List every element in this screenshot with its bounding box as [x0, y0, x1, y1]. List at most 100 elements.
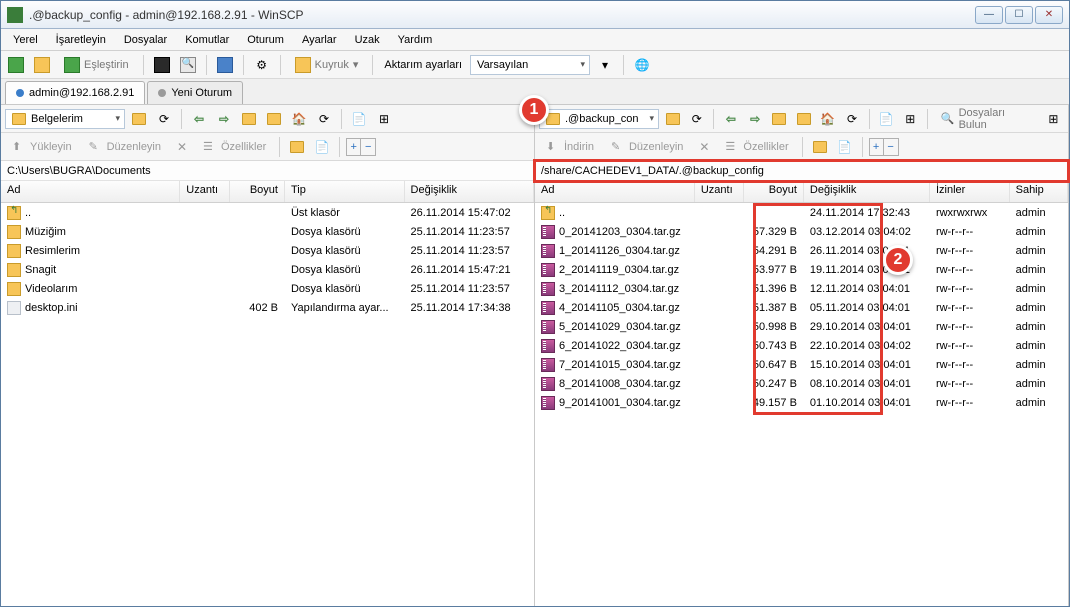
remote-extra-icon[interactable]: ⊞ [1043, 108, 1064, 130]
local-hdr-name[interactable]: Ad [1, 181, 180, 202]
sync-browse-icon[interactable] [5, 54, 27, 76]
upload-button[interactable]: ⬆Yükleyin [5, 136, 79, 158]
local-delete-icon[interactable]: ✕ [171, 136, 193, 158]
remote-path[interactable]: /share/CACHEDEV1_DATA/.@backup_config [535, 161, 1068, 181]
sync-button[interactable]: Eşleştirin [57, 54, 136, 76]
local-tree-icon[interactable]: ⊞ [373, 108, 395, 130]
remote-hdr-own[interactable]: Sahip [1010, 181, 1068, 202]
remote-fwd-icon[interactable]: ⇨ [745, 108, 766, 130]
list-item[interactable]: 7_20141015_0304.tar.gz50.647 B15.10.2014… [535, 355, 1068, 374]
list-item[interactable]: 9_20141001_0304.tar.gz49.157 B01.10.2014… [535, 393, 1068, 412]
maximize-button[interactable]: ☐ [1005, 6, 1033, 24]
select-plus-icon[interactable]: + [870, 139, 884, 155]
local-hdr-ext[interactable]: Uzantı [180, 181, 230, 202]
select-plus-icon[interactable]: + [347, 139, 361, 155]
new-session-tab[interactable]: Yeni Oturum [147, 81, 243, 104]
remote-hdr-size[interactable]: Boyut [744, 181, 804, 202]
session-tab-active[interactable]: admin@192.168.2.91 [5, 81, 145, 104]
local-props-button[interactable]: ☰Özellikler [196, 136, 273, 158]
local-newfolder-icon[interactable] [286, 136, 308, 158]
list-item[interactable]: 5_20141029_0304.tar.gz50.998 B29.10.2014… [535, 317, 1068, 336]
local-drive-combo[interactable]: Belgelerim [5, 109, 125, 129]
list-item[interactable]: desktop.ini402 BYapılandırma ayar...25.1… [1, 298, 534, 317]
remote-home-icon[interactable]: 🏠 [817, 108, 838, 130]
menu-mark[interactable]: İşaretleyin [48, 32, 114, 48]
minimize-button[interactable]: — [975, 6, 1003, 24]
local-reload-icon[interactable]: ⟳ [313, 108, 335, 130]
remote-root-icon[interactable] [793, 108, 814, 130]
local-root-icon[interactable] [263, 108, 285, 130]
reconnect-icon[interactable] [214, 54, 236, 76]
local-file-list[interactable]: ..Üst klasör26.11.2014 15:47:02MüziğimDo… [1, 203, 534, 606]
menu-help[interactable]: Yardım [390, 32, 441, 48]
list-item[interactable]: 4_20141105_0304.tar.gz51.387 B05.11.2014… [535, 298, 1068, 317]
close-button[interactable]: ✕ [1035, 6, 1063, 24]
console-icon[interactable] [151, 54, 173, 76]
local-home-icon[interactable]: 🏠 [288, 108, 310, 130]
find-icon[interactable] [177, 54, 199, 76]
remote-drive-combo[interactable]: .@backup_con [539, 109, 659, 129]
local-select-buttons[interactable]: +− [346, 138, 376, 156]
local-up-icon[interactable] [238, 108, 260, 130]
remote-delete-icon[interactable]: ✕ [693, 136, 715, 158]
remote-refresh-icon[interactable]: ⟳ [686, 108, 707, 130]
transfer-menu-icon[interactable]: ▾ [594, 54, 616, 76]
remote-back-icon[interactable]: ⇦ [720, 108, 741, 130]
globe-icon[interactable]: 🌐 [631, 54, 653, 76]
list-item[interactable]: 6_20141022_0304.tar.gz50.743 B22.10.2014… [535, 336, 1068, 355]
local-bookmark-icon[interactable]: 📄 [348, 108, 370, 130]
download-button[interactable]: ⬇İndirin [539, 136, 601, 158]
titlebar: .@backup_config - admin@192.168.2.91 - W… [1, 1, 1069, 29]
local-fwd-icon[interactable]: ⇨ [213, 108, 235, 130]
menu-local[interactable]: Yerel [5, 32, 46, 48]
remote-reload-icon[interactable]: ⟳ [841, 108, 862, 130]
list-item[interactable]: 0_20141203_0304.tar.gz57.329 B03.12.2014… [535, 222, 1068, 241]
local-open-folder-icon[interactable] [128, 108, 150, 130]
select-minus-icon[interactable]: − [361, 139, 375, 155]
remote-newfolder-icon[interactable] [809, 136, 831, 158]
menu-remote[interactable]: Uzak [347, 32, 388, 48]
remote-up-icon[interactable] [769, 108, 790, 130]
transfer-preset-dropdown[interactable]: Varsayılan [470, 55, 590, 75]
local-edit-button[interactable]: ✎Düzenleyin [82, 136, 168, 158]
list-item[interactable]: ResimlerimDosya klasörü25.11.2014 11:23:… [1, 241, 534, 260]
queue-button[interactable]: Kuyruk ▾ [288, 54, 366, 76]
settings-icon[interactable]: ⚙ [251, 54, 273, 76]
menu-files[interactable]: Dosyalar [116, 32, 175, 48]
local-hdr-date[interactable]: Değişiklik [405, 181, 535, 202]
list-item[interactable]: 2_20141119_0304.tar.gz53.977 B19.11.2014… [535, 260, 1068, 279]
list-item[interactable]: ..Üst klasör26.11.2014 15:47:02 [1, 203, 534, 222]
remote-hdr-date[interactable]: Değişiklik [804, 181, 930, 202]
remote-hdr-name[interactable]: Ad [535, 181, 695, 202]
list-item[interactable]: VideolarımDosya klasörü25.11.2014 11:23:… [1, 279, 534, 298]
compare-icon[interactable] [31, 54, 53, 76]
remote-hdr-ext[interactable]: Uzantı [695, 181, 744, 202]
menu-options[interactable]: Ayarlar [294, 32, 345, 48]
list-item[interactable]: SnagitDosya klasörü26.11.2014 15:47:21 [1, 260, 534, 279]
local-refresh-icon[interactable]: ⟳ [153, 108, 175, 130]
remote-bookmark-icon[interactable]: 📄 [876, 108, 897, 130]
find-files-button[interactable]: 🔍Dosyaları Bulun [934, 108, 1040, 130]
local-path[interactable]: C:\Users\BUGRA\Documents [1, 161, 534, 181]
list-item[interactable]: ..24.11.2014 17:32:43rwxrwxrwxadmin [535, 203, 1068, 222]
remote-file-list[interactable]: ..24.11.2014 17:32:43rwxrwxrwxadmin0_201… [535, 203, 1068, 606]
remote-open-folder-icon[interactable] [662, 108, 683, 130]
remote-hdr-perm[interactable]: İzinler [930, 181, 1010, 202]
local-hdr-type[interactable]: Tip [285, 181, 405, 202]
local-newfile-icon[interactable]: 📄 [311, 136, 333, 158]
list-item[interactable]: MüziğimDosya klasörü25.11.2014 11:23:57 [1, 222, 534, 241]
remote-newfile-icon[interactable]: 📄 [834, 136, 856, 158]
list-item[interactable]: 3_20141112_0304.tar.gz51.396 B12.11.2014… [535, 279, 1068, 298]
list-item[interactable]: 8_20141008_0304.tar.gz50.247 B08.10.2014… [535, 374, 1068, 393]
local-hdr-size[interactable]: Boyut [230, 181, 285, 202]
list-item[interactable]: 1_20141126_0304.tar.gz54.291 B26.11.2014… [535, 241, 1068, 260]
remote-select-buttons[interactable]: +− [869, 138, 899, 156]
remote-header: Ad Uzantı Boyut Değişiklik İzinler Sahip [535, 181, 1068, 203]
remote-tree-icon[interactable]: ⊞ [900, 108, 921, 130]
remote-props-button[interactable]: ☰Özellikler [718, 136, 795, 158]
menu-commands[interactable]: Komutlar [177, 32, 237, 48]
select-minus-icon[interactable]: − [884, 139, 898, 155]
local-back-icon[interactable]: ⇦ [188, 108, 210, 130]
menu-session[interactable]: Oturum [239, 32, 292, 48]
remote-edit-button[interactable]: ✎Düzenleyin [604, 136, 690, 158]
